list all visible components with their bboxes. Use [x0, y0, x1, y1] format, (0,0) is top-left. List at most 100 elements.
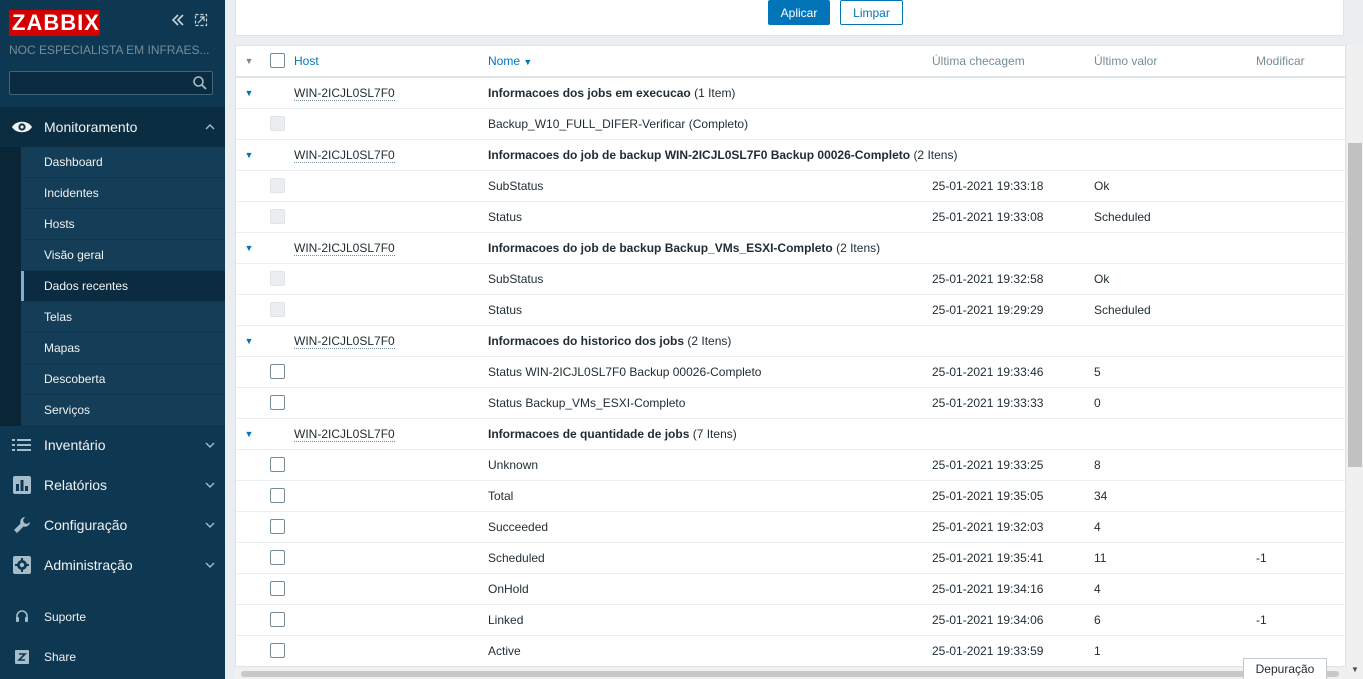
application-row: ▼ WIN-2ICJL0SL7F0 Informacoes de quantidad… — [236, 419, 1345, 450]
submenu-item-incidentes[interactable]: Incidentes — [21, 178, 225, 209]
item-checkbox[interactable] — [270, 643, 285, 658]
application-item-count: (1 Item) — [694, 86, 736, 100]
item-last-check: 25-01-2021 19:29:29 — [932, 303, 1044, 317]
collapse-all-icon[interactable]: ▼ — [242, 46, 256, 77]
host-cell: WIN-2ICJL0SL7F0 — [294, 78, 395, 109]
latest-data-table: ▼ Host Nome ▼ Última checagem Último val… — [235, 45, 1346, 667]
search-box — [9, 71, 213, 95]
zabbix-logo[interactable]: ZABBIX — [9, 10, 100, 36]
item-name: SubStatus — [488, 272, 544, 286]
item-checkbox[interactable] — [270, 581, 285, 596]
collapse-arrow-icon[interactable]: ▼ — [242, 326, 256, 357]
menu-configuracao-label: Configuração — [44, 517, 128, 533]
headset-icon — [0, 610, 44, 624]
horizontal-scrollbar-thumb[interactable] — [241, 671, 1339, 677]
bar-chart-icon — [0, 476, 44, 494]
host-link[interactable]: WIN-2ICJL0SL7F0 — [294, 241, 395, 256]
column-header-change: Modificar — [1256, 54, 1305, 68]
item-name: Status — [488, 303, 523, 317]
item-last-check: 25-01-2021 19:33:33 — [932, 396, 1044, 410]
application-name: Informacoes dos jobs em execucao — [488, 86, 691, 100]
item-last-value: Scheduled — [1094, 303, 1151, 317]
collapse-arrow-icon[interactable]: ▼ — [242, 233, 256, 264]
wrench-icon — [0, 516, 44, 534]
debug-button[interactable]: Depuração — [1243, 658, 1327, 679]
menu-relatorios[interactable]: Relatórios — [0, 465, 225, 505]
scroll-down-arrow-icon[interactable]: ▼ — [1347, 663, 1363, 677]
submenu-item-dashboard[interactable]: Dashboard — [21, 147, 225, 178]
item-last-value: 34 — [1094, 489, 1108, 503]
item-checkbox[interactable] — [270, 550, 285, 565]
column-header-name[interactable]: Nome ▼ — [488, 46, 532, 77]
item-checkbox[interactable] — [270, 612, 285, 627]
host-cell: WIN-2ICJL0SL7F0 — [294, 140, 395, 171]
horizontal-scrollbar[interactable] — [235, 667, 1346, 679]
host-link[interactable]: WIN-2ICJL0SL7F0 — [294, 334, 395, 349]
submenu-item-telas[interactable]: Telas — [21, 302, 225, 333]
item-checkbox — [270, 178, 285, 193]
submenu-item-descoberta[interactable]: Descoberta — [21, 364, 225, 395]
submenu-item-hosts[interactable]: Hosts — [21, 209, 225, 240]
scrollbar-thumb[interactable] — [1348, 143, 1362, 467]
item-name: Succeeded — [488, 520, 549, 534]
host-cell: WIN-2ICJL0SL7F0 — [294, 326, 395, 357]
item-row: SubStatus 25-01-2021 19:32:58 Ok — [236, 264, 1345, 295]
item-checkbox[interactable] — [270, 457, 285, 472]
submenu-item-mapas[interactable]: Mapas — [21, 333, 225, 364]
item-row: Backup_W10_FULL_DIFER-Verificar (Complet… — [236, 109, 1345, 140]
submenu-item-servicos[interactable]: Serviços — [21, 395, 225, 426]
item-row: Status 25-01-2021 19:33:08 Scheduled — [236, 202, 1345, 233]
item-last-value: Ok — [1094, 179, 1110, 193]
clear-button[interactable]: Limpar — [840, 0, 903, 25]
submenu-item-dados-recentes[interactable]: Dados recentes — [21, 271, 225, 302]
item-checkbox[interactable] — [270, 488, 285, 503]
monitoring-submenu: Dashboard Incidentes Hosts Visão geral D… — [21, 147, 225, 426]
item-checkbox[interactable] — [270, 364, 285, 379]
menu-share-label: Share — [44, 650, 77, 664]
menu-suporte[interactable]: Suporte — [0, 597, 225, 637]
item-name: Total — [488, 489, 514, 503]
kiosk-mode-icon[interactable] — [192, 13, 210, 31]
vertical-scrollbar[interactable]: ▼ — [1347, 45, 1363, 679]
apply-button[interactable]: Aplicar — [768, 0, 830, 25]
item-last-value: 4 — [1094, 582, 1101, 596]
column-header-last-check: Última checagem — [932, 54, 1025, 68]
search-input[interactable] — [10, 72, 190, 94]
server-name: NOC ESPECIALISTA EM INFRAES... — [9, 43, 210, 57]
menu-share[interactable]: Share — [0, 637, 225, 677]
column-header-name-label: Nome — [488, 54, 521, 68]
menu-inventario[interactable]: Inventário — [0, 425, 225, 465]
select-all-checkbox[interactable] — [270, 53, 285, 68]
collapse-arrow-icon[interactable]: ▼ — [242, 78, 256, 109]
item-row: Status Backup_VMs_ESXI-Completo 25-01-202… — [236, 388, 1345, 419]
eye-icon — [0, 119, 44, 135]
menu-administracao-label: Administração — [44, 557, 133, 573]
application-row: ▼ WIN-2ICJL0SL7F0 Informacoes do historico… — [236, 326, 1345, 357]
item-checkbox[interactable] — [270, 519, 285, 534]
host-link[interactable]: WIN-2ICJL0SL7F0 — [294, 148, 395, 163]
menu-configuracao[interactable]: Configuração — [0, 505, 225, 545]
item-row: SubStatus 25-01-2021 19:33:18 Ok — [236, 171, 1345, 202]
column-header-host[interactable]: Host — [294, 46, 319, 77]
application-item-count: (2 Itens) — [836, 241, 881, 255]
host-cell: WIN-2ICJL0SL7F0 — [294, 233, 395, 264]
host-link[interactable]: WIN-2ICJL0SL7F0 — [294, 427, 395, 442]
host-link[interactable]: WIN-2ICJL0SL7F0 — [294, 86, 395, 101]
search-icon[interactable] — [192, 75, 208, 91]
collapse-arrow-icon[interactable]: ▼ — [242, 419, 256, 450]
collapse-arrow-icon[interactable]: ▼ — [242, 140, 256, 171]
menu-relatorios-label: Relatórios — [44, 477, 108, 493]
collapse-sidebar-icon[interactable] — [169, 13, 187, 31]
item-checkbox[interactable] — [270, 395, 285, 410]
item-last-check: 25-01-2021 19:33:46 — [932, 365, 1044, 379]
item-checkbox — [270, 271, 285, 286]
submenu-item-visao-geral[interactable]: Visão geral — [21, 240, 225, 271]
table-header: ▼ Host Nome ▼ Última checagem Último val… — [236, 46, 1345, 78]
menu-monitoring[interactable]: Monitoramento — [0, 107, 225, 147]
item-name: SubStatus — [488, 179, 544, 193]
menu-administracao[interactable]: Administração — [0, 545, 225, 585]
item-last-value: 5 — [1094, 365, 1101, 379]
item-name: Status Backup_VMs_ESXI-Completo — [488, 396, 686, 410]
application-name: Informacoes do historico dos jobs — [488, 334, 685, 348]
item-last-check: 25-01-2021 19:32:58 — [932, 272, 1044, 286]
